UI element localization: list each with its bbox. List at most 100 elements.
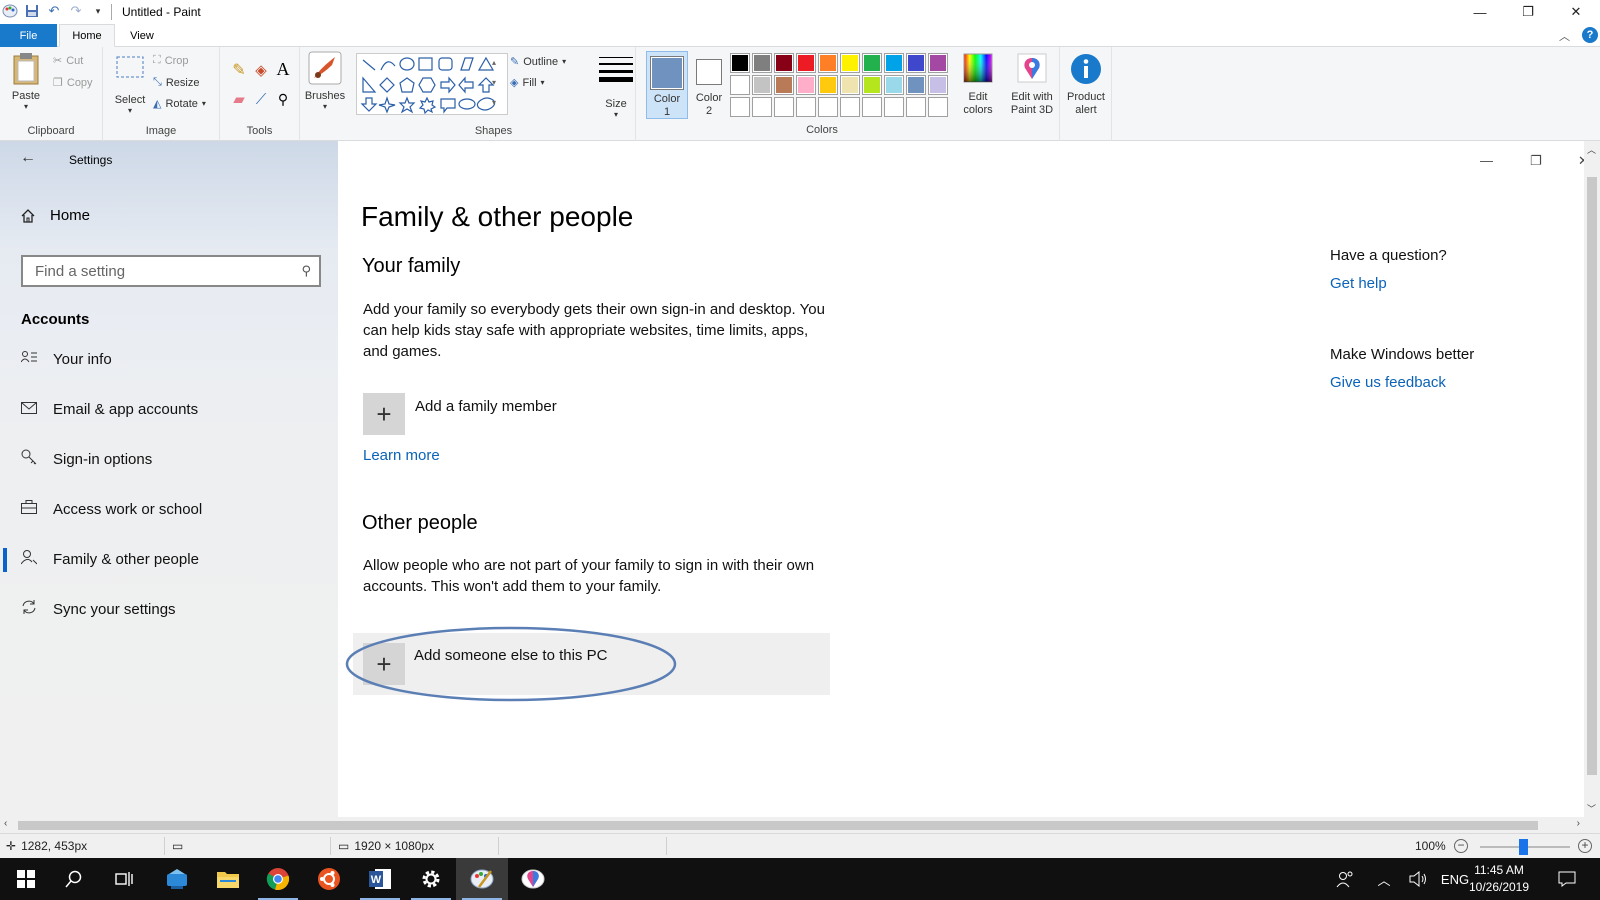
palette-swatch[interactable]	[928, 75, 948, 95]
palette-swatch[interactable]	[906, 75, 926, 95]
color-picker-icon[interactable]: ⟋	[250, 90, 272, 108]
scroll-down-icon[interactable]: ﹀	[1587, 802, 1596, 815]
chrome-button[interactable]	[252, 858, 304, 900]
nav-family-other-people[interactable]: Family & other people	[0, 539, 338, 579]
show-hidden-icons-icon[interactable]: ︿	[1372, 858, 1396, 900]
nav-sync-settings[interactable]: Sync your settings	[0, 589, 338, 629]
learn-more-link[interactable]: Learn more	[363, 447, 440, 464]
customize-qat-icon[interactable]: ▾	[90, 3, 106, 19]
palette-swatch[interactable]	[774, 75, 794, 95]
collapse-ribbon-icon[interactable]: ︿	[1559, 28, 1570, 44]
text-icon[interactable]: A	[272, 59, 294, 80]
palette-swatch[interactable]	[752, 75, 772, 95]
tab-file[interactable]: File	[0, 24, 57, 47]
task-view-button[interactable]	[98, 858, 150, 900]
volume-icon[interactable]	[1404, 858, 1432, 900]
palette-swatch-empty[interactable]	[884, 97, 904, 117]
scroll-left-icon[interactable]: ‹	[4, 818, 7, 829]
palette-swatch-empty[interactable]	[774, 97, 794, 117]
pencil-icon[interactable]: ✎	[228, 59, 250, 80]
redo-icon[interactable]: ↷	[68, 3, 84, 19]
crop-button[interactable]: ⛶ Crop	[153, 54, 189, 67]
paste-dropdown-icon[interactable]: ▾	[8, 102, 44, 111]
palette-swatch[interactable]	[884, 75, 904, 95]
nav-sign-in-options[interactable]: Sign-in options	[0, 439, 338, 479]
color1-button[interactable]: Color 1	[646, 51, 688, 119]
zoom-in-button[interactable]: +	[1578, 839, 1592, 853]
nav-email-app-accounts[interactable]: Email & app accounts	[0, 389, 338, 429]
start-button[interactable]	[0, 858, 52, 900]
scroll-up-icon[interactable]: ︿	[1587, 143, 1596, 156]
paint-taskbar-button[interactable]	[456, 858, 508, 900]
settings-restore-icon[interactable]: ❐	[1530, 153, 1542, 169]
add-family-member-button[interactable]: + Add a family member	[363, 393, 557, 435]
file-explorer-button[interactable]	[202, 858, 254, 900]
paint-app-icon[interactable]	[2, 3, 18, 19]
tab-home[interactable]: Home	[59, 24, 115, 47]
horizontal-scrollbar[interactable]: ‹ ›	[0, 817, 1584, 833]
paint3d-taskbar-button[interactable]	[507, 858, 559, 900]
select-dropdown-icon[interactable]: ▾	[110, 106, 150, 115]
minimize-button[interactable]: —	[1456, 0, 1504, 24]
scroll-right-icon[interactable]: ›	[1577, 818, 1580, 829]
palette-swatch[interactable]	[818, 75, 838, 95]
magnifier-icon[interactable]: ⚲	[272, 90, 294, 108]
zoom-out-button[interactable]: −	[1454, 839, 1468, 853]
edit-colors-button[interactable]: Edit colors	[956, 53, 1000, 117]
palette-swatch-empty[interactable]	[862, 97, 882, 117]
back-arrow-icon[interactable]: ←	[20, 149, 36, 167]
close-button[interactable]: ✕	[1552, 0, 1600, 24]
palette-swatch-empty[interactable]	[730, 97, 750, 117]
edit-with-paint3d-button[interactable]: Edit with Paint 3D	[1006, 53, 1058, 117]
taskbar-search-button[interactable]	[48, 858, 100, 900]
palette-swatch-empty[interactable]	[840, 97, 860, 117]
palette-swatch[interactable]	[840, 53, 860, 73]
horizontal-scroll-thumb[interactable]	[18, 821, 1538, 830]
palette-swatch[interactable]	[796, 53, 816, 73]
vertical-scroll-thumb[interactable]	[1587, 177, 1597, 775]
get-help-link[interactable]: Get help	[1330, 275, 1387, 292]
palette-swatch[interactable]	[730, 53, 750, 73]
product-alert-button[interactable]: Product alert	[1062, 53, 1110, 117]
palette-swatch[interactable]	[796, 75, 816, 95]
drawing-canvas[interactable]: ← Settings Home Find a setting ⚲ Account…	[0, 141, 1584, 817]
settings-taskbar-button[interactable]	[405, 858, 457, 900]
brushes-dropdown-icon[interactable]: ▾	[302, 102, 348, 111]
vertical-scrollbar[interactable]: ︿ ﹀	[1584, 141, 1600, 817]
palette-swatch[interactable]	[774, 53, 794, 73]
settings-minimize-icon[interactable]: —	[1480, 153, 1493, 168]
size-dropdown-icon[interactable]: ▾	[596, 110, 636, 119]
color2-button[interactable]: Color 2	[690, 51, 728, 119]
resize-button[interactable]: ⤡ Resize	[153, 76, 199, 89]
ubuntu-button[interactable]	[303, 858, 355, 900]
palette-swatch[interactable]	[928, 53, 948, 73]
shapes-scroll[interactable]: ▴ ▾ ▾	[492, 53, 496, 113]
size-button[interactable]: Size ▾	[596, 55, 636, 119]
settings-home-link[interactable]: Home	[20, 207, 90, 224]
word-button[interactable]: W	[354, 858, 406, 900]
save-icon[interactable]	[24, 3, 40, 19]
add-someone-else-button[interactable]: + Add someone else to this PC	[353, 633, 830, 695]
rotate-button[interactable]: ◭ Rotate ▾	[153, 97, 206, 111]
outline-dropdown-icon[interactable]: ▾	[562, 57, 566, 66]
system-clock[interactable]: 11:45 AM 10/26/2019	[1466, 862, 1532, 896]
palette-swatch[interactable]	[730, 75, 750, 95]
palette-swatch[interactable]	[752, 53, 772, 73]
palette-swatch-empty[interactable]	[818, 97, 838, 117]
tab-view[interactable]: View	[118, 24, 166, 47]
palette-swatch[interactable]	[818, 53, 838, 73]
palette-swatch[interactable]	[906, 53, 926, 73]
palette-swatch[interactable]	[884, 53, 904, 73]
shapes-gallery-icons[interactable]	[357, 54, 507, 115]
fill-button[interactable]: ◈ Fill ▾	[510, 76, 545, 90]
palette-swatch-empty[interactable]	[928, 97, 948, 117]
help-icon[interactable]: ?	[1582, 27, 1598, 43]
palette-swatch-empty[interactable]	[906, 97, 926, 117]
palette-swatch-empty[interactable]	[796, 97, 816, 117]
brushes-button[interactable]: Brushes ▾	[302, 51, 348, 111]
nav-your-info[interactable]: Your info	[0, 339, 338, 379]
copy-button[interactable]: ❐ Copy	[53, 76, 93, 90]
give-feedback-link[interactable]: Give us feedback	[1330, 374, 1446, 391]
undo-icon[interactable]: ↶	[46, 3, 62, 19]
find-setting-input[interactable]: Find a setting ⚲	[21, 255, 321, 287]
